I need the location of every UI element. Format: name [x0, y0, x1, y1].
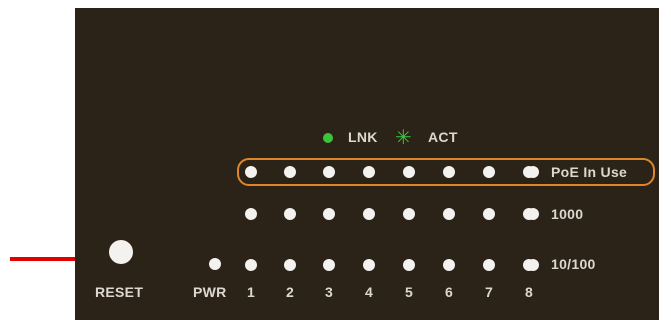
port-number-1: 1: [247, 284, 256, 300]
1000-label: 1000: [551, 206, 584, 222]
led-1000-legend: [527, 208, 539, 220]
led-poe-port-5: [403, 166, 415, 178]
led-poe-port-7: [483, 166, 495, 178]
led-10-100-port-3: [323, 259, 335, 271]
led-poe-port-6: [443, 166, 455, 178]
lnk-indicator-icon: [323, 133, 333, 143]
led-10-100-port-6: [443, 259, 455, 271]
10-100-label: 10/100: [551, 256, 596, 272]
lnk-label: LNK: [348, 129, 378, 145]
device-front-panel: LNK ✳ ACT PoE In Use 1000 10/100 1 2 3 4 5 6 7…: [75, 8, 659, 320]
poe-in-use-label: PoE In Use: [551, 164, 628, 180]
led-1000-port-4: [363, 208, 375, 220]
led-poe-port-4: [363, 166, 375, 178]
led-poe-port-3: [323, 166, 335, 178]
port-number-7: 7: [485, 284, 494, 300]
port-number-8: 8: [525, 284, 534, 300]
port-number-3: 3: [325, 284, 334, 300]
led-1000-port-1: [245, 208, 257, 220]
pwr-label: PWR: [193, 284, 227, 300]
port-number-4: 4: [365, 284, 374, 300]
led-10-100-legend: [527, 259, 539, 271]
port-number-5: 5: [405, 284, 414, 300]
led-1000-port-3: [323, 208, 335, 220]
led-10-100-port-4: [363, 259, 375, 271]
port-number-6: 6: [445, 284, 454, 300]
led-1000-port-6: [443, 208, 455, 220]
led-1000-port-5: [403, 208, 415, 220]
led-10-100-port-1: [245, 259, 257, 271]
pwr-led: [209, 258, 221, 270]
led-10-100-port-2: [284, 259, 296, 271]
led-1000-port-7: [483, 208, 495, 220]
act-label: ACT: [428, 129, 458, 145]
led-10-100-port-7: [483, 259, 495, 271]
led-1000-port-2: [284, 208, 296, 220]
led-poe-port-2: [284, 166, 296, 178]
act-star-icon: ✳: [395, 125, 412, 149]
port-number-2: 2: [286, 284, 295, 300]
led-poe-port-1: [245, 166, 257, 178]
led-poe-legend: [527, 166, 539, 178]
reset-button[interactable]: [109, 240, 133, 264]
reset-label: RESET: [95, 284, 144, 300]
led-10-100-port-5: [403, 259, 415, 271]
